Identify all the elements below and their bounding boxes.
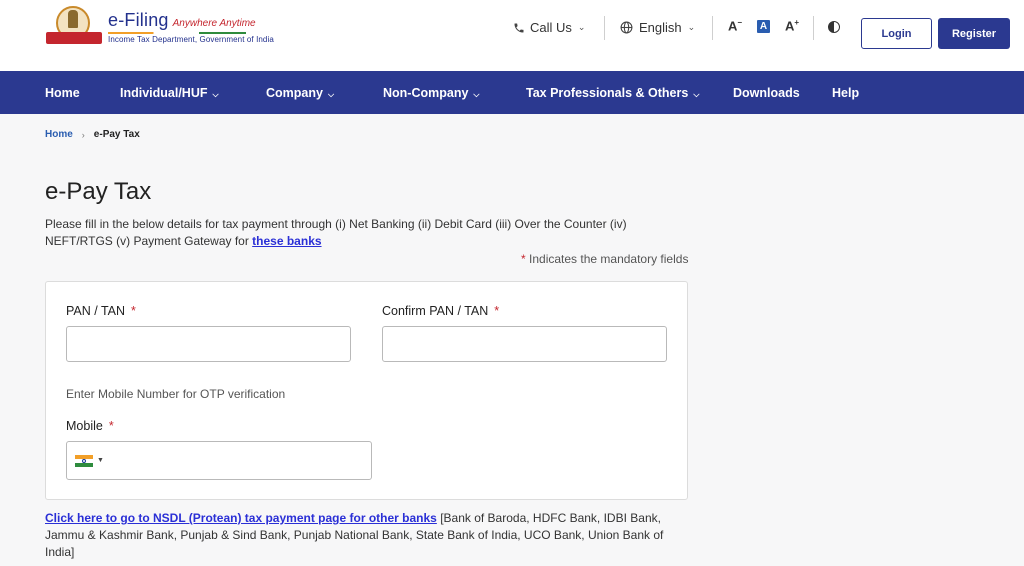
login-button[interactable]: Login — [861, 18, 932, 49]
confirm-pan-input[interactable] — [382, 326, 667, 362]
nav-item-non-company[interactable]: Non-Company ⌵ — [383, 86, 480, 100]
nav-item-tax-professionals[interactable]: Tax Professionals & Others ⌵ — [526, 86, 699, 100]
language-dropdown[interactable]: English ⌄ — [620, 20, 695, 35]
breadcrumb-current: e-Pay Tax — [93, 129, 140, 140]
logo-tagline: Anywhere Anytime — [172, 18, 256, 29]
font-normal-button[interactable]: A — [757, 20, 770, 33]
chevron-down-icon: ⌄ — [687, 22, 696, 32]
phone-icon — [514, 23, 524, 32]
these-banks-link[interactable]: these banks — [252, 234, 321, 248]
confirm-pan-label: Confirm PAN / TAN * — [382, 304, 500, 318]
font-increase-button[interactable]: A+ — [785, 18, 799, 33]
mobile-label: Mobile * — [66, 419, 114, 433]
logo-title: e-Filing — [108, 10, 169, 30]
chevron-down-icon: ⌄ — [577, 22, 586, 32]
header-divider — [604, 16, 605, 40]
nav-item-individual-huf[interactable]: Individual/HUF ⌵ — [120, 86, 219, 100]
language-label: English — [639, 20, 682, 35]
mobile-input[interactable]: ▼ — [66, 441, 372, 480]
register-button[interactable]: Register — [938, 18, 1010, 49]
nav-item-company[interactable]: Company ⌵ — [266, 86, 334, 100]
chevron-down-icon: ⌵ — [212, 90, 219, 99]
nav-item-home[interactable]: Home — [45, 86, 80, 100]
nav-item-help[interactable]: Help — [832, 86, 859, 100]
chevron-right-icon: › — [81, 129, 85, 140]
chevron-down-icon: ⌵ — [473, 90, 480, 99]
chevron-down-icon: ⌵ — [327, 90, 335, 99]
page-title: e-Pay Tax — [45, 178, 152, 205]
header-divider — [813, 16, 814, 40]
otp-hint: Enter Mobile Number for OTP verification — [66, 387, 286, 401]
emblem-icon — [46, 4, 102, 46]
mandatory-note: * Indicates the mandatory fields — [521, 252, 689, 266]
globe-icon — [620, 21, 633, 34]
efiling-logo[interactable]: e-Filing Anywhere Anytime Income Tax Dep… — [46, 4, 274, 46]
intro-text: Please fill in the below details for tax… — [45, 217, 627, 248]
nsdl-note: Click here to go to NSDL (Protean) tax p… — [45, 511, 664, 559]
call-us-label: Call Us — [530, 20, 572, 35]
india-flag-icon[interactable] — [75, 455, 93, 467]
chevron-down-icon: ⌵ — [693, 90, 700, 99]
nav-item-downloads[interactable]: Downloads — [733, 86, 800, 100]
logo-subtitle: Income Tax Department, Government of Ind… — [108, 35, 274, 44]
call-us-dropdown[interactable]: Call Us ⌄ — [513, 20, 585, 35]
main-nav: Home Individual/HUF ⌵ Company ⌵ Non-Compan… — [0, 71, 1024, 114]
breadcrumb-home-link[interactable]: Home — [45, 129, 73, 140]
breadcrumb: Home › e-Pay Tax — [45, 129, 140, 140]
pan-label: PAN / TAN * — [66, 304, 136, 318]
site-header: e-Filing Anywhere Anytime Income Tax Dep… — [0, 0, 1024, 71]
caret-down-icon[interactable]: ▼ — [97, 457, 104, 464]
contrast-toggle-icon[interactable] — [828, 21, 840, 33]
tricolor-bar — [108, 32, 246, 34]
pan-input[interactable] — [66, 326, 351, 362]
header-divider — [712, 16, 713, 40]
font-decrease-button[interactable]: A− — [728, 18, 742, 33]
nsdl-link[interactable]: Click here to go to NSDL (Protean) tax p… — [45, 511, 437, 525]
